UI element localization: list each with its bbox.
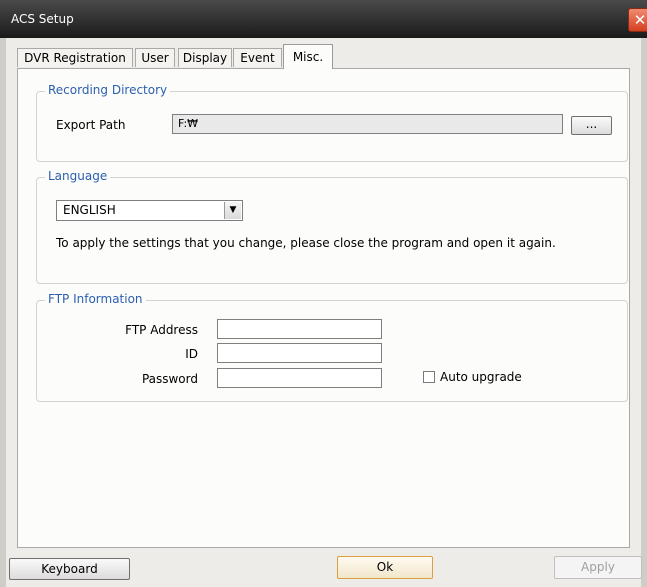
browse-button[interactable]: ... bbox=[571, 116, 612, 135]
window-frame-left bbox=[0, 38, 6, 587]
ftp-address-field[interactable] bbox=[217, 319, 382, 339]
close-icon: ✕ bbox=[633, 11, 647, 29]
ftp-id-label: ID bbox=[185, 347, 198, 361]
title-bar[interactable]: ACS Setup ✕ bbox=[0, 0, 647, 38]
ok-button[interactable]: Ok bbox=[337, 556, 433, 579]
recording-directory-title: Recording Directory bbox=[45, 83, 171, 97]
language-group: Language ENGLISH ▼ To apply the settings… bbox=[36, 169, 628, 284]
recording-directory-group: Recording Directory Export Path F:₩ ... bbox=[36, 83, 628, 162]
tab-user[interactable]: User bbox=[135, 48, 175, 67]
ftp-information-title: FTP Information bbox=[45, 292, 146, 306]
window-title: ACS Setup bbox=[11, 12, 74, 26]
apply-button[interactable]: Apply bbox=[554, 556, 642, 579]
ftp-password-field[interactable] bbox=[217, 368, 382, 388]
auto-upgrade-checkbox[interactable] bbox=[423, 371, 435, 383]
keyboard-button[interactable]: Keyboard bbox=[9, 558, 130, 580]
ftp-information-group: FTP Information FTP Address ID Password … bbox=[36, 292, 628, 402]
chevron-down-icon[interactable]: ▼ bbox=[224, 202, 241, 219]
language-select[interactable]: ENGLISH ▼ bbox=[56, 200, 243, 221]
tab-display[interactable]: Display bbox=[178, 48, 232, 67]
language-title: Language bbox=[45, 169, 111, 183]
ftp-id-field[interactable] bbox=[217, 343, 382, 363]
export-path-field[interactable]: F:₩ bbox=[172, 114, 563, 134]
tab-panel-misc: Recording Directory Export Path F:₩ ... … bbox=[17, 68, 630, 548]
tab-misc[interactable]: Misc. bbox=[283, 44, 333, 69]
tab-dvr-registration[interactable]: DVR Registration bbox=[17, 48, 133, 67]
close-button[interactable]: ✕ bbox=[628, 8, 647, 32]
ftp-address-label: FTP Address bbox=[125, 323, 198, 337]
ftp-password-label: Password bbox=[141, 372, 198, 386]
tab-event[interactable]: Event bbox=[233, 48, 282, 67]
auto-upgrade-label: Auto upgrade bbox=[440, 370, 522, 384]
language-selected-value: ENGLISH bbox=[63, 203, 116, 217]
export-path-label: Export Path bbox=[56, 118, 126, 132]
window-frame-right bbox=[641, 38, 647, 587]
language-restart-note: To apply the settings that you change, p… bbox=[56, 236, 556, 250]
